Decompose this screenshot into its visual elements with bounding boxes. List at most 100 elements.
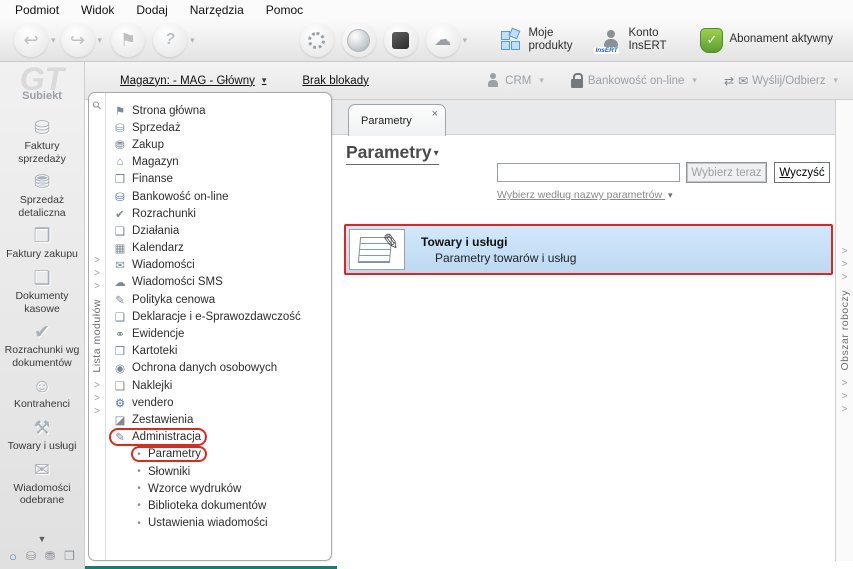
crm-caret-icon: ▾: [539, 75, 544, 85]
menu-item[interactable]: Narzędzia: [179, 1, 255, 19]
crm-button[interactable]: CRM ▾: [487, 73, 545, 88]
sidebar-shortcut[interactable]: ⛁ Faktury sprzedaży: [0, 114, 85, 168]
app-name: Subiekt: [22, 90, 62, 102]
help-dropdown-caret-icon[interactable]: ▾: [190, 35, 195, 46]
module-item[interactable]: • Wzorce wydruków: [106, 480, 331, 497]
module-item[interactable]: ❒ Kartoteki: [106, 343, 331, 360]
module-item[interactable]: ▦ Kalendarz: [106, 240, 331, 257]
cloud-dropdown-caret-icon[interactable]: ▾: [463, 35, 468, 46]
tab-close-icon[interactable]: ×: [432, 108, 438, 120]
parameter-group-item[interactable]: ✎ Towary i usługi Parametry towarów i us…: [344, 224, 833, 275]
sidebar-more-caret-icon[interactable]: ▼: [38, 534, 47, 544]
module-item[interactable]: • Parametry: [106, 446, 331, 463]
cloud-services-button[interactable]: ☁: [425, 23, 460, 57]
sidebar-shortcut[interactable]: ✉ Wiadomości odebrane: [0, 456, 85, 510]
module-item-icon: ❏: [114, 225, 126, 238]
module-item[interactable]: ❏ Działania: [106, 222, 331, 239]
lock-status-link[interactable]: Brak blokady: [302, 75, 368, 87]
insert-account-button[interactable]: Konto InsERT: [628, 27, 682, 53]
module-item-icon: ❒: [114, 346, 126, 359]
send-caret-icon: ▾: [833, 75, 838, 85]
sidebar-shortcut-icon: ❏: [33, 267, 51, 289]
nav-back-button[interactable]: ↩: [14, 23, 48, 57]
send-receive-button[interactable]: ⇄ ✉ Wyślij/Odbierz ▾: [724, 74, 839, 88]
sidebar-shortcut[interactable]: ✔ Rozrachunki wg dokumentów: [0, 318, 85, 372]
module-item[interactable]: • Ustawienia wiadomości: [106, 515, 331, 532]
module-item[interactable]: ⌂ Magazyn: [106, 154, 331, 171]
nav-forward-button[interactable]: ↪: [60, 23, 95, 57]
sidebar-shortcut[interactable]: ⚒ Towary i usługi: [0, 414, 85, 456]
chevron-icon: >: [841, 259, 848, 271]
online-services-button[interactable]: [341, 23, 376, 57]
module-item[interactable]: ❏ Deklaracje i e-Sprawozdawczość: [106, 308, 331, 325]
select-now-button[interactable]: Wybierz teraz: [686, 162, 767, 183]
sidebar-shortcut-icon: ❒: [33, 226, 51, 248]
chevron-icon: >: [94, 379, 100, 391]
chevron-icon: >: [94, 281, 100, 293]
workspace-strip-label: Obszar roboczy: [838, 290, 851, 371]
module-item[interactable]: ⚭ Ewidencje: [106, 325, 331, 342]
module-item[interactable]: ❐ Finanse: [106, 171, 331, 188]
sidebar-shortcut-icon: ✔: [34, 322, 50, 344]
sidebar-view-switch-icon[interactable]: ○: [9, 549, 17, 564]
insert-logo-badge: InsERT: [594, 47, 619, 54]
check-icon: ✓: [706, 32, 718, 47]
clear-button[interactable]: Wyczyść: [774, 162, 830, 183]
title-caret-icon: ▾: [433, 148, 439, 159]
flag-button[interactable]: ⚑: [111, 23, 146, 57]
module-item[interactable]: ✎ Polityka cenowa: [106, 291, 331, 308]
module-item-icon: ⚙: [114, 397, 126, 410]
module-item-icon: ◪: [114, 414, 126, 427]
module-item[interactable]: ⛁ Sprzedaż: [106, 119, 331, 136]
module-item[interactable]: ✉ Wiadomości: [106, 257, 331, 274]
module-item[interactable]: ⚙ vendero: [106, 394, 331, 411]
module-item[interactable]: • Biblioteka dokumentów: [106, 497, 331, 514]
module-item-icon: ❐: [114, 174, 126, 187]
sidebar-view-switch-icon[interactable]: ⛃: [45, 549, 55, 563]
page-title[interactable]: Parametry ▾: [346, 142, 439, 165]
sidebar-footer-icons: ○ ⛁ ⛃ ❒: [9, 546, 75, 566]
chevron-icon: >: [841, 272, 848, 284]
sidebar-shortcut[interactable]: ⛃ Sprzedaż detaliczna: [0, 168, 85, 222]
application-window: Podmiot Widok Dodaj Narzędzia Pomoc ↩ ▾ …: [0, 0, 853, 569]
online-banking-button[interactable]: Bankowość on-line ▾: [570, 72, 698, 88]
sidebar-shortcut[interactable]: ❒ Faktury zakupu: [0, 222, 85, 264]
back-dropdown-caret-icon[interactable]: ▾: [51, 35, 56, 46]
sidebar-view-switch-icon[interactable]: ❒: [64, 549, 75, 563]
menu-item[interactable]: Dodaj: [125, 1, 178, 19]
module-item[interactable]: ❑ Naklejki: [106, 377, 331, 394]
parameter-search-input[interactable]: [497, 163, 680, 182]
menu-item[interactable]: Podmiot: [4, 1, 70, 19]
pin-icon[interactable]: ⚲: [90, 98, 104, 113]
parameter-group-title: Towary i usługi: [421, 234, 508, 249]
module-item[interactable]: ✎ Administracja: [106, 429, 331, 446]
module-item[interactable]: ◉ Ochrona danych osobowych: [106, 360, 331, 377]
warehouse-selector-link[interactable]: Magazyn: - MAG - Główny ▾: [120, 75, 267, 87]
module-panel-collapse-strip[interactable]: ⚲ > > > Lista modułów > > >: [89, 93, 106, 560]
chevron-icon: >: [94, 392, 100, 404]
module-item[interactable]: • Słowniki: [106, 463, 331, 480]
module-item[interactable]: ☁ Wiadomości SMS: [106, 274, 331, 291]
module-item[interactable]: ⛁ Bankowość on-line: [106, 188, 331, 205]
sidebar-view-switch-icon[interactable]: ⛁: [26, 549, 36, 563]
workspace-collapse-strip[interactable]: > > > Obszar roboczy > > >: [835, 100, 853, 561]
sidebar-shortcut[interactable]: ☺ Kontrahenci: [0, 372, 85, 414]
module-item[interactable]: ⛃ Zakup: [106, 136, 331, 153]
module-item[interactable]: ✔ Rozrachunki: [106, 205, 331, 222]
subscription-status-button[interactable]: Abonament aktywny: [729, 33, 833, 46]
forward-dropdown-caret-icon[interactable]: ▾: [98, 35, 103, 46]
sidebar-shortcut[interactable]: ❏ Dokumenty kasowe: [0, 264, 85, 318]
sidebar-shortcut-icon: ⛁: [34, 118, 50, 139]
sync-button[interactable]: [299, 23, 334, 57]
menu-item[interactable]: Widok: [70, 1, 125, 19]
chevron-icon: >: [841, 403, 848, 415]
select-by-name-link[interactable]: Wybierz według nazwy parametrów ▾: [497, 189, 674, 201]
module-item-icon: ▦: [114, 243, 126, 256]
tab-parametry[interactable]: Parametry ×: [348, 104, 446, 136]
module-item[interactable]: ◪ Zestawienia: [106, 411, 331, 428]
help-button[interactable]: ?: [153, 23, 188, 57]
package-button[interactable]: [383, 23, 418, 57]
my-products-button[interactable]: Moje produkty: [528, 27, 582, 53]
module-item[interactable]: ⚑ Strona główna: [106, 102, 331, 119]
menu-item[interactable]: Pomoc: [255, 1, 314, 19]
